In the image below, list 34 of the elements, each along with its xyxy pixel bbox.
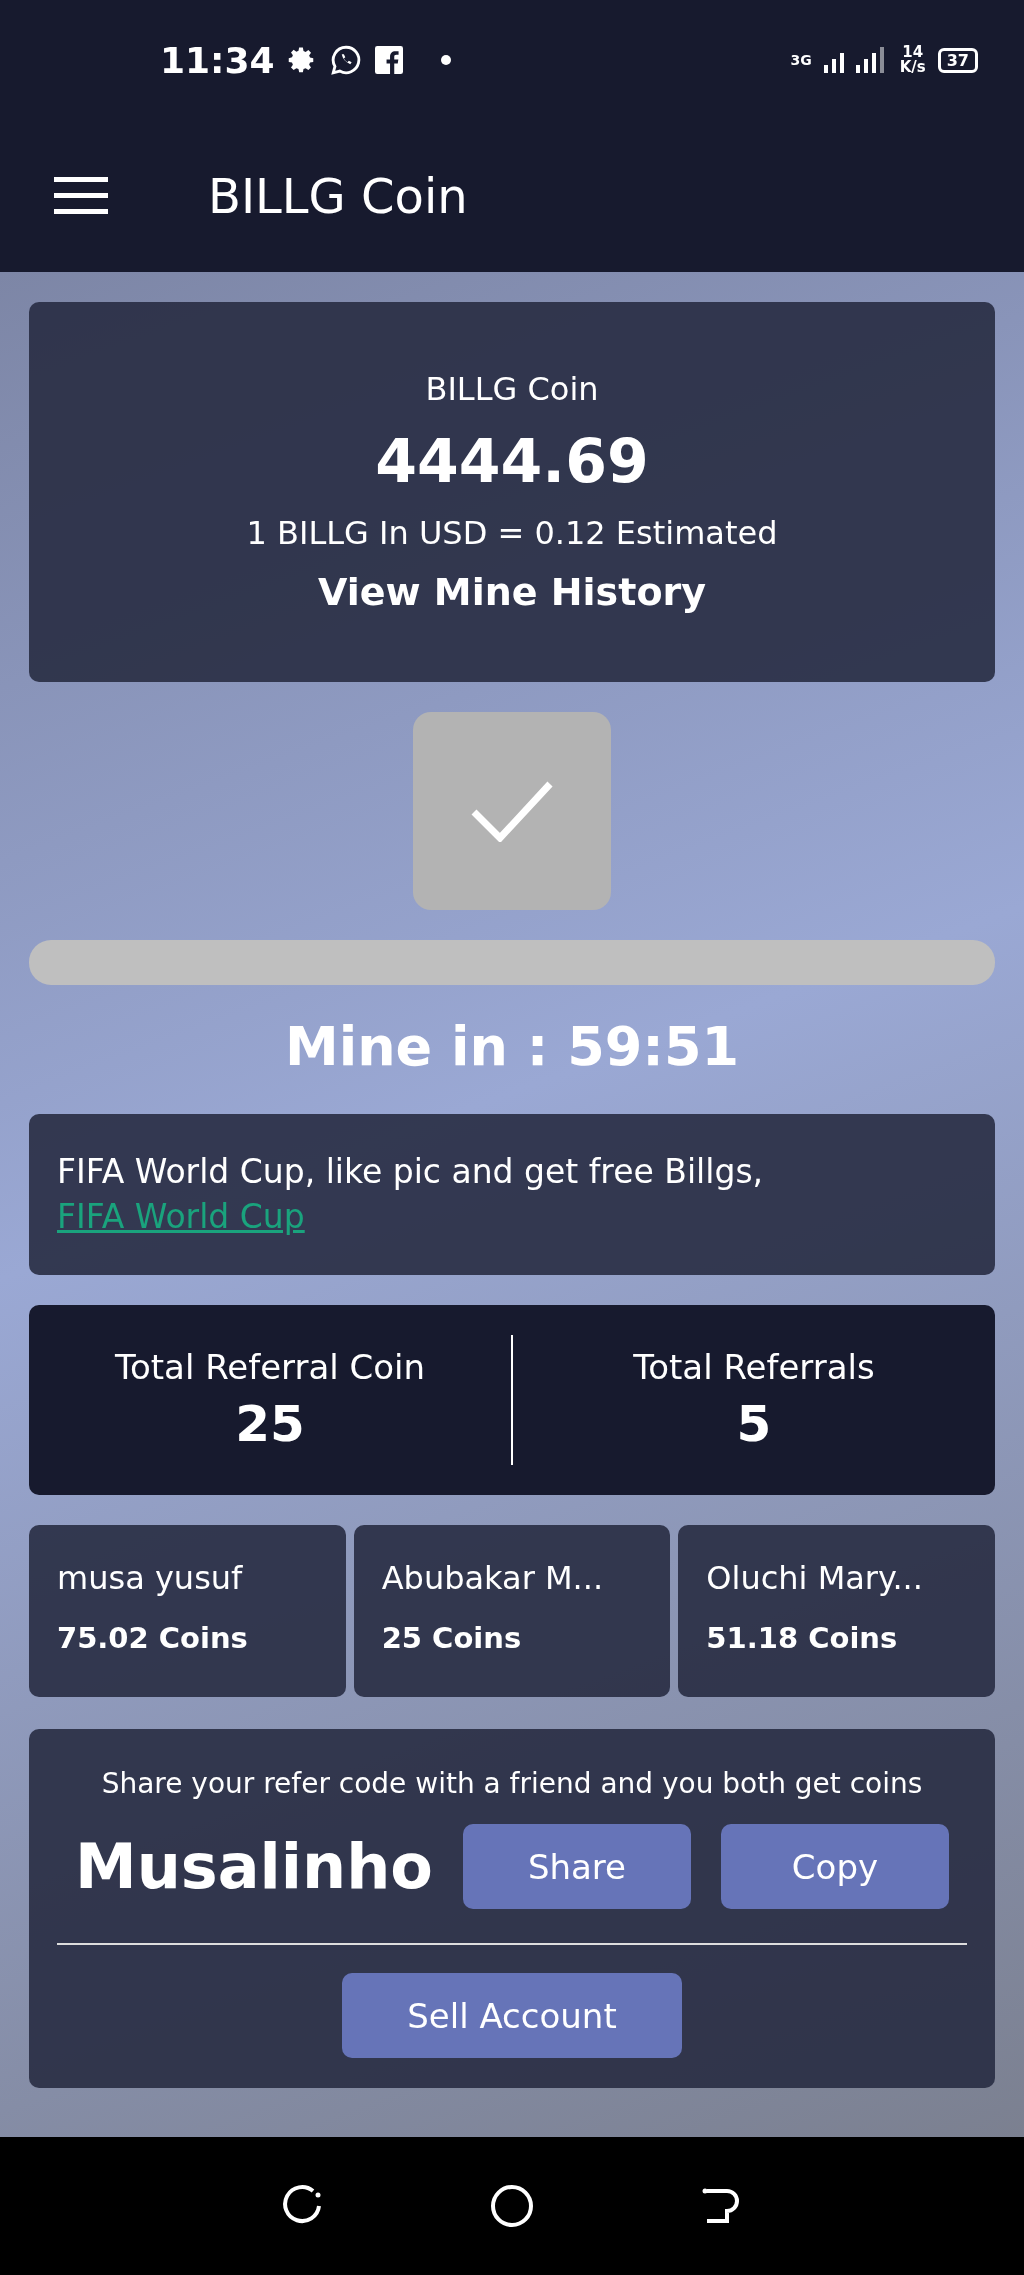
checkmark-icon [470, 780, 554, 842]
status-time: 11:34 [160, 39, 275, 81]
usd-rate: 1 BILLG In USD = 0.12 Estimated [246, 514, 778, 552]
stat-label: Total Referral Coin [114, 1347, 426, 1388]
referral-name: Oluchi Mary... [706, 1559, 924, 1598]
announcement-text: FIFA World Cup, like pic and get free Billgs, [57, 1152, 764, 1191]
refer-code: Musalinho [75, 1830, 433, 1904]
share-instructions: Share your refer code with a friend and you both get coins [101, 1767, 923, 1801]
home-icon[interactable] [490, 2184, 534, 2228]
chat-bubble-icon [328, 43, 363, 77]
speed-value: 14 [902, 45, 924, 60]
stat-value: 5 [736, 1395, 772, 1454]
referral-name: musa yusuf [57, 1559, 244, 1598]
view-history-link[interactable]: View Mine History [318, 570, 706, 614]
coin-title: BILLG Coin [425, 370, 599, 408]
sell-account-button[interactable]: Sell Account [342, 1973, 682, 2059]
menu-icon[interactable] [54, 177, 108, 215]
network-type: 3G [790, 52, 812, 68]
coin-balance: 4444.69 [375, 426, 649, 496]
facebook-icon [374, 46, 403, 74]
stat-label: Total Referrals [633, 1347, 875, 1388]
announcement-link[interactable]: FIFA World Cup [57, 1196, 305, 1236]
notification-dot-icon [440, 55, 451, 65]
mine-countdown: Mine in : 59:51 [284, 1015, 740, 1078]
speed-unit: K/s [899, 60, 926, 75]
battery-level: 37 [937, 47, 978, 73]
referral-coins: 51.18 Coins [706, 1621, 899, 1656]
referral-name: Abubakar M... [381, 1559, 605, 1598]
referral-coins: 75.02 Coins [57, 1621, 249, 1656]
stat-value: 25 [235, 1395, 305, 1454]
referral-coins: 25 Coins [381, 1621, 523, 1656]
share-action-button[interactable]: Share [462, 1824, 691, 1910]
share-action-button[interactable]: Copy [720, 1824, 949, 1910]
app-title: BILLG Coin [208, 168, 468, 224]
